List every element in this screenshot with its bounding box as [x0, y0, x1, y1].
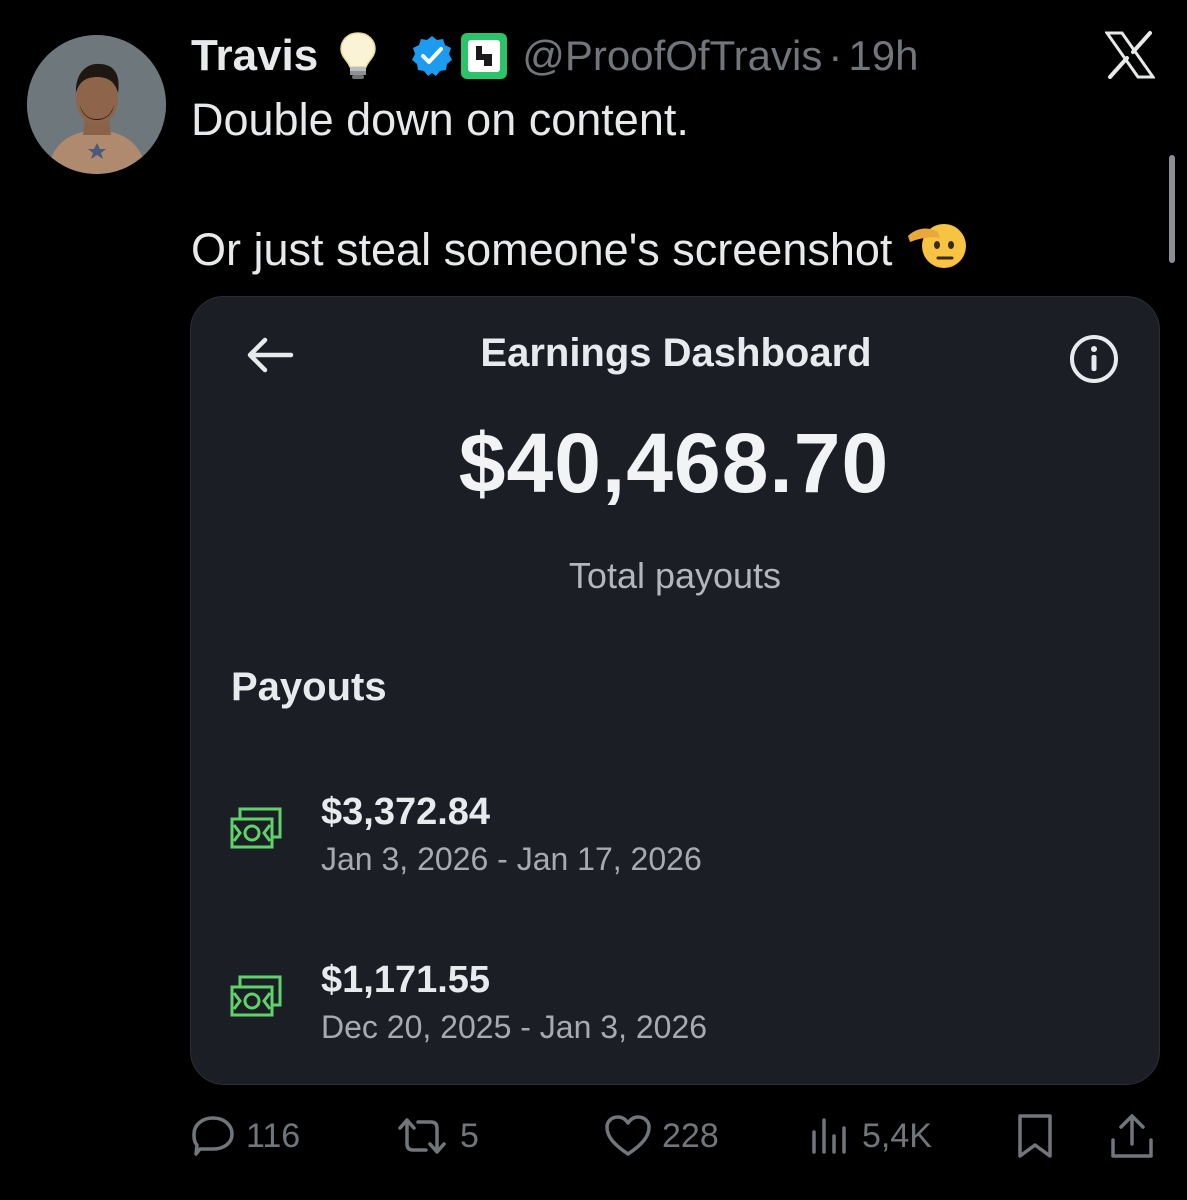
verified-badge-icon[interactable] [410, 34, 454, 78]
info-icon [1068, 333, 1120, 385]
payout-amount: $3,372.84 [321, 791, 491, 833]
tweet-text-line-2: Or just steal someone's screenshot [191, 218, 968, 281]
affiliate-badge-icon[interactable] [460, 32, 508, 80]
dashboard-title: Earnings Dashboard [480, 331, 872, 375]
payout-row: $3,372.84 Jan 3, 2026 - Jan 17, 2026 [191, 787, 1161, 897]
repost-count: 5 [460, 1116, 479, 1155]
reply-button[interactable]: 116 [190, 1108, 300, 1164]
payout-date-range: Dec 20, 2025 - Jan 3, 2026 [321, 1009, 708, 1045]
like-icon [604, 1114, 652, 1158]
saluting-face-icon [906, 218, 968, 281]
scrollbar[interactable] [1169, 155, 1175, 263]
bookmark-button[interactable] [1014, 1108, 1056, 1164]
payouts-heading: Payouts [231, 665, 387, 709]
tweet-text-line-1: Double down on content. [191, 94, 689, 145]
views-button[interactable]: 5,4K [808, 1108, 932, 1164]
reply-icon [190, 1114, 236, 1158]
payout-amount: $1,171.55 [321, 959, 491, 1001]
share-icon [1108, 1112, 1156, 1160]
like-button[interactable]: 228 [604, 1108, 719, 1164]
bookmark-icon [1014, 1112, 1056, 1160]
author-handle[interactable]: @ProofOfTravis [522, 32, 822, 80]
share-button[interactable] [1108, 1108, 1156, 1164]
earnings-screenshot-card[interactable]: Earnings Dashboard $40,468.70 Total payo… [190, 296, 1160, 1085]
total-payouts-label: Total payouts [568, 555, 782, 596]
x-logo-icon [1104, 31, 1156, 79]
display-name[interactable]: Travis [191, 31, 318, 81]
money-icon [230, 807, 282, 851]
timestamp[interactable]: 19h [848, 32, 918, 80]
money-icon [230, 975, 282, 1019]
view-count: 5,4K [862, 1116, 932, 1155]
timestamp-separator: · [828, 32, 843, 79]
reply-count: 116 [246, 1116, 301, 1155]
payout-row: $1,171.55 Dec 20, 2025 - Jan 3, 2026 [191, 955, 1161, 1065]
tweet: Travis @ProofOfTravis · 19h Double down … [0, 0, 1187, 1200]
views-icon [808, 1114, 852, 1158]
repost-icon [394, 1114, 450, 1158]
tweet-header: Travis @ProofOfTravis · 19h [191, 28, 918, 84]
repost-button[interactable]: 5 [394, 1108, 479, 1164]
lightbulb-icon [338, 30, 378, 82]
like-count: 228 [662, 1116, 719, 1155]
payout-date-range: Jan 3, 2026 - Jan 17, 2026 [321, 841, 702, 877]
avatar[interactable] [27, 35, 166, 174]
tweet-text-line-2-text: Or just steal someone's screenshot [191, 223, 893, 275]
tweet-actions: 116 5 228 5,4K [0, 1108, 1187, 1164]
total-payouts-amount: $40,468.70 [458, 416, 890, 510]
